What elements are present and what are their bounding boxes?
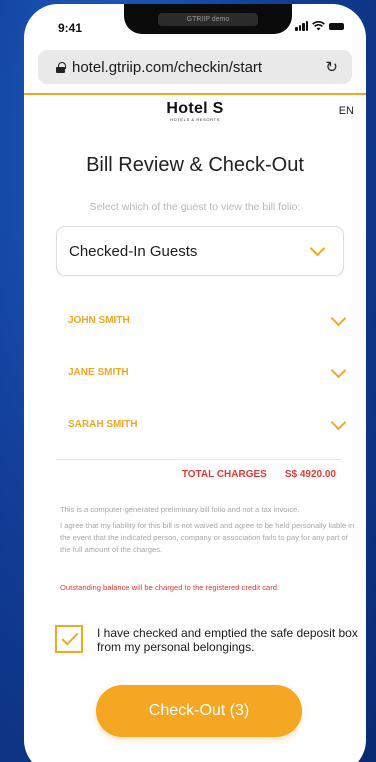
page-subtitle: Select which of the guest to view the bi… [89,201,301,213]
chevron-down-icon [330,362,347,379]
page-title: Bill Review & Check-Out [86,154,304,176]
disclaimer-text: This is a computer-generated preliminary… [60,505,300,514]
status-time: 9:41 [58,21,83,35]
checkmark-icon [61,628,79,646]
chevron-down-icon [330,310,347,327]
brand-subtitle: HOTELS & RESORTS [170,117,220,122]
safe-deposit-checkbox[interactable] [55,625,83,653]
totals-divider [56,459,342,460]
address-bar[interactable]: hotel.gtriip.com/checkin/start ↻ [38,50,352,84]
language-selector[interactable]: EN [339,105,354,117]
device-notch: GTRIIP demo [124,4,292,34]
guest-name: JANE SMITH [68,367,129,378]
battery-icon [329,22,344,30]
guest-select-value: Checked-In Guests [69,242,198,260]
guest-name: JOHN SMITH [68,315,130,326]
lock-icon [56,61,66,73]
signal-icon [295,21,308,31]
brand-name: Hotel S [166,100,224,117]
header-divider [24,93,366,95]
total-amount: S$ 4920.00 [284,469,336,480]
outstanding-balance-text: Outstanding balance will be charged to t… [60,583,280,592]
guest-name: SARAH SMITH [68,419,138,430]
guest-select-dropdown[interactable]: Checked-In Guests [56,226,344,276]
status-icons [295,21,344,31]
chevron-down-icon [309,240,326,257]
wifi-icon [312,21,325,31]
hotel-logo: Hotel S HOTELS & RESORTS [24,100,366,122]
phone-frame: GTRIIP demo 9:41 hotel.gtriip.com/checki… [24,4,366,762]
guest-row-sarah[interactable]: SARAH SMITH [24,406,366,446]
chevron-down-icon [330,414,347,431]
guest-row-jane[interactable]: JANE SMITH [24,354,366,394]
total-label: TOTAL CHARGES [181,469,267,480]
notch-label: GTRIIP demo [158,13,258,26]
checkout-button[interactable]: Check-Out (3) [96,685,302,737]
reload-icon[interactable]: ↻ [325,58,338,76]
liability-text: I agree that my liability for this bill … [60,521,355,554]
guest-row-john[interactable]: JOHN SMITH [24,302,366,342]
total-charges: TOTAL CHARGES S$ 4920.00 [182,469,336,480]
safe-deposit-label[interactable]: I have checked and emptied the safe depo… [97,626,359,654]
url-text[interactable]: hotel.gtriip.com/checkin/start [72,59,262,76]
